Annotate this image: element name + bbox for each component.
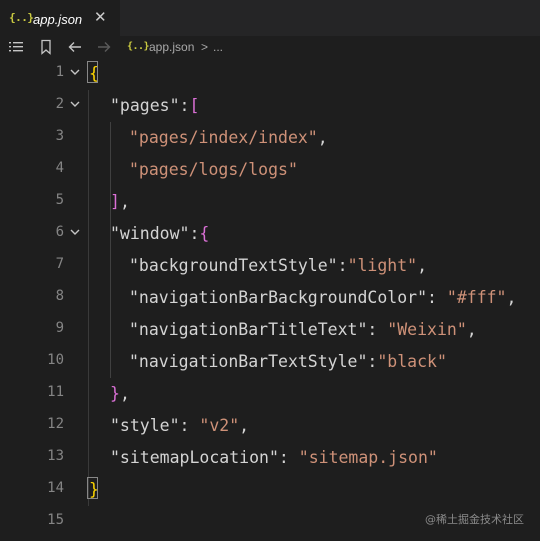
json-key: "sitemapLocation": [110, 448, 279, 467]
tab-bar: {..} app.json ✕: [0, 0, 540, 36]
colon: :: [278, 448, 299, 467]
breadcrumb-separator: >: [201, 40, 209, 54]
json-key: "backgroundTextStyle": [129, 256, 338, 275]
close-brace: }: [110, 384, 120, 403]
close-icon[interactable]: ✕: [94, 9, 107, 27]
line-number: 8: [55, 288, 64, 304]
comma: ,: [506, 288, 517, 307]
colon: :: [367, 320, 388, 339]
code-line[interactable]: 12 "style": "v2",: [0, 410, 540, 442]
code-text: "pages/logs/logs": [129, 158, 298, 182]
colon: :: [367, 352, 378, 371]
list-icon[interactable]: [8, 39, 24, 55]
back-arrow-icon[interactable]: [67, 39, 83, 55]
code-line[interactable]: 13 "sitemapLocation": "sitemap.json": [0, 442, 540, 474]
close-bracket: ]: [110, 192, 120, 211]
watermark: @稀土掘金技术社区: [425, 513, 524, 526]
line-number: 15: [47, 512, 64, 528]
code-text: "pages":[: [110, 94, 199, 118]
colon: :: [179, 416, 200, 435]
code-line[interactable]: 3 "pages/index/index",: [0, 122, 540, 154]
json-key: "style": [110, 416, 180, 435]
json-string: "light": [347, 256, 418, 275]
line-number: 7: [55, 256, 64, 272]
chevron-down-icon[interactable]: [68, 225, 82, 239]
comma: ,: [317, 128, 328, 147]
line-number: 11: [47, 384, 64, 400]
code-line[interactable]: 8 "navigationBarBackgroundColor": "#fff"…: [0, 282, 540, 314]
json-string: "Weixin": [387, 320, 467, 339]
json-key: "navigationBarTextStyle": [129, 352, 368, 371]
json-string: "#fff": [446, 288, 507, 307]
json-string: "v2": [199, 416, 240, 435]
code-line[interactable]: 11 },: [0, 378, 540, 410]
line-number: 2: [55, 96, 64, 112]
comma: ,: [417, 256, 428, 275]
chevron-down-icon[interactable]: [68, 97, 82, 111]
json-file-icon: {..}: [9, 11, 34, 24]
comma: ,: [119, 192, 130, 211]
breadcrumb-more[interactable]: ...: [213, 40, 223, 54]
line-number: 6: [55, 224, 64, 240]
code-line[interactable]: 6 "window":{: [0, 218, 540, 250]
code-text: "navigationBarTextStyle":"black": [129, 350, 447, 374]
open-bracket: [: [189, 96, 200, 115]
code-editor[interactable]: 1 { 2 "pages":[ 3 "pages/index/index", 4…: [0, 58, 540, 541]
line-number: 10: [47, 352, 64, 368]
code-text: "navigationBarTitleText": "Weixin",: [129, 318, 477, 342]
line-number: 4: [55, 160, 64, 176]
tab-title: app.json: [33, 12, 83, 27]
comma: ,: [466, 320, 477, 339]
json-string: "sitemap.json": [298, 448, 438, 467]
bookmark-icon[interactable]: [38, 39, 54, 55]
code-line[interactable]: 14 }: [0, 474, 540, 506]
chevron-down-icon[interactable]: [68, 65, 82, 79]
code-line[interactable]: 9 "navigationBarTitleText": "Weixin",: [0, 314, 540, 346]
line-number: 3: [55, 128, 64, 144]
open-brace: {: [199, 224, 210, 243]
colon: :: [179, 96, 190, 115]
line-number: 5: [55, 192, 64, 208]
code-text: "backgroundTextStyle":"light",: [129, 254, 427, 278]
colon: :: [337, 256, 348, 275]
comma: ,: [119, 384, 130, 403]
forward-arrow-icon[interactable]: [96, 39, 112, 55]
json-string: "pages/logs/logs": [129, 160, 298, 179]
json-key: "window": [110, 224, 190, 243]
code-text: },: [110, 382, 130, 406]
code-line[interactable]: 1 {: [0, 58, 540, 90]
json-string: "pages/index/index": [129, 128, 318, 147]
line-number: 9: [55, 320, 64, 336]
json-file-icon: {..}: [127, 41, 150, 52]
tab-app-json[interactable]: {..} app.json ✕: [0, 0, 120, 36]
code-text: "navigationBarBackgroundColor": "#fff",: [129, 286, 516, 310]
code-line[interactable]: 5 ],: [0, 186, 540, 218]
colon: :: [427, 288, 447, 307]
line-number: 14: [47, 480, 64, 496]
bracket-match-highlight: [87, 61, 98, 83]
code-text: "window":{: [110, 222, 209, 246]
code-text: "pages/index/index",: [129, 126, 328, 150]
bracket-match-highlight: [87, 477, 98, 499]
code-line[interactable]: 4 "pages/logs/logs": [0, 154, 540, 186]
line-number: 13: [47, 448, 64, 464]
code-text: "style": "v2",: [110, 414, 249, 438]
comma: ,: [239, 416, 250, 435]
code-text: "sitemapLocation": "sitemap.json": [110, 446, 438, 470]
colon: :: [189, 224, 200, 243]
line-number: 1: [55, 64, 64, 80]
line-number: 12: [47, 416, 64, 432]
json-key: "pages": [110, 96, 180, 115]
code-line[interactable]: 10 "navigationBarTextStyle":"black": [0, 346, 540, 378]
code-line[interactable]: 7 "backgroundTextStyle":"light",: [0, 250, 540, 282]
json-key: "navigationBarTitleText": [129, 320, 368, 339]
json-key: "navigationBarBackgroundColor": [129, 288, 428, 307]
breadcrumb-file[interactable]: app.json: [149, 40, 194, 54]
editor-toolbar: {..} app.json > ...: [0, 36, 540, 58]
json-string: "black": [377, 352, 447, 371]
code-text: ],: [110, 190, 130, 214]
code-line[interactable]: 2 "pages":[: [0, 90, 540, 122]
